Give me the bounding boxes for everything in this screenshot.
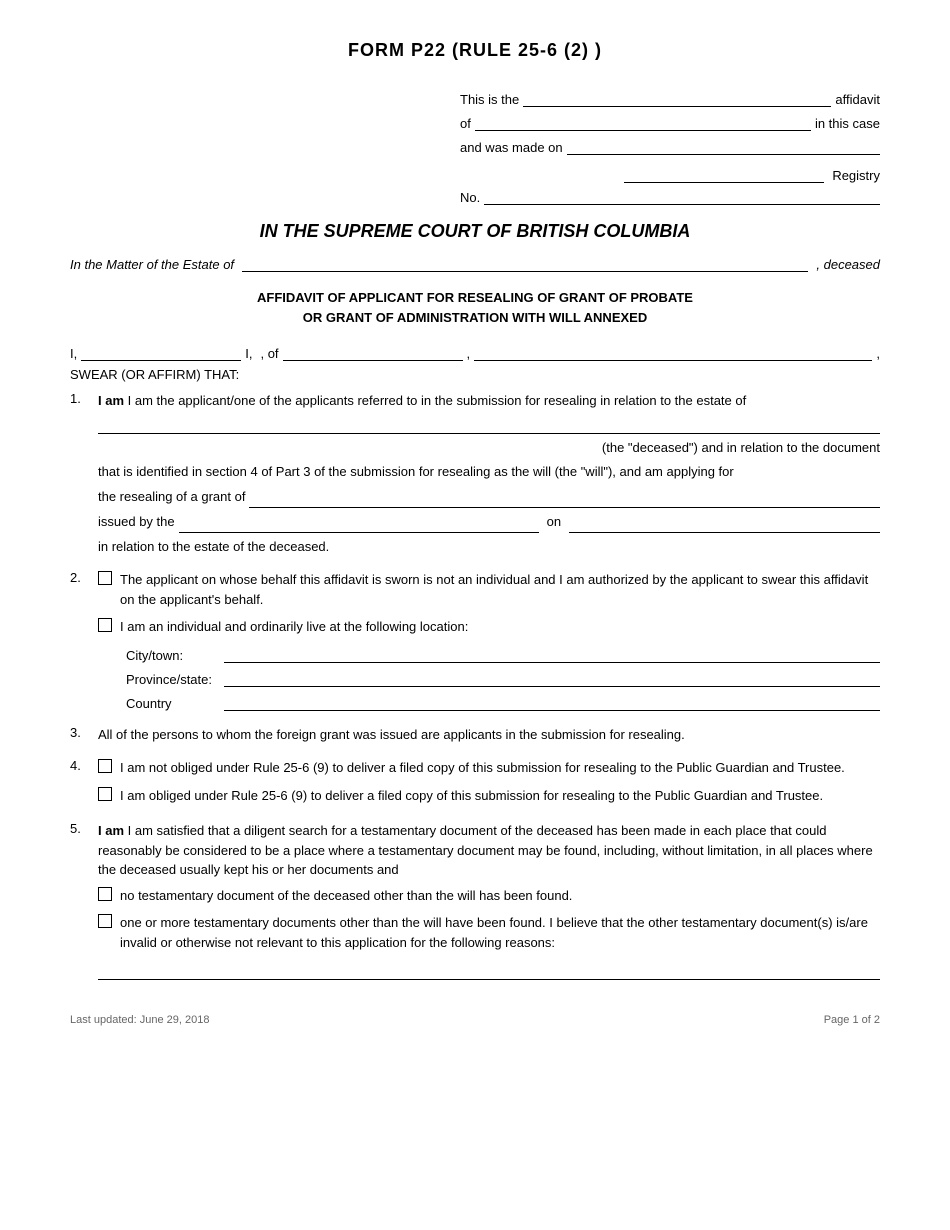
section-1-estate-field[interactable] xyxy=(98,416,880,434)
no-label: No. xyxy=(460,190,480,205)
of-text: , of xyxy=(260,346,278,361)
affidavit-number-field[interactable] xyxy=(523,89,831,107)
section-5: 5. I am I am satisfied that a diligent s… xyxy=(70,821,880,984)
checkbox-1-box[interactable] xyxy=(98,571,112,585)
section-2-checkbox-1[interactable]: The applicant on whose behalf this affid… xyxy=(98,570,880,609)
section-3-text: All of the persons to whom the foreign g… xyxy=(98,725,880,745)
section-2-number: 2. xyxy=(70,570,98,585)
section-4: 4. I am not obliged under Rule 25-6 (9) … xyxy=(70,758,880,813)
section-5-intro: I am I am satisfied that a diligent sear… xyxy=(98,821,880,880)
section-1-cont-text: that is identified in section 4 of Part … xyxy=(98,462,880,482)
city-row: City/town: xyxy=(126,645,880,663)
country-row: Country xyxy=(126,693,880,711)
of-field[interactable] xyxy=(475,113,811,131)
section-5-checkbox-2[interactable]: one or more testamentary documents other… xyxy=(98,913,880,952)
issued-by-row: issued by the on xyxy=(98,512,880,533)
checkbox-5-1-text: no testamentary document of the deceased… xyxy=(120,886,880,906)
affidavit-number-row: This is the affidavit xyxy=(460,89,880,107)
court-title: IN THE SUPREME COURT OF BRITISH COLUMBIA xyxy=(70,221,880,242)
matter-row: In the Matter of the Estate of , decease… xyxy=(70,254,880,272)
footer: Last updated: June 29, 2018 Page 1 of 2 xyxy=(70,1014,880,1026)
checkbox-1-text: The applicant on whose behalf this affid… xyxy=(120,570,880,609)
made-on-row: and was made on xyxy=(460,137,880,155)
section-1-in-relation: in relation to the estate of the decease… xyxy=(98,537,880,557)
checkbox-2-box[interactable] xyxy=(98,618,112,632)
section-1-number: 1. xyxy=(70,391,98,406)
city-label: City/town: xyxy=(126,648,216,663)
section-5-number: 5. xyxy=(70,821,98,836)
checkbox-2-text: I am an individual and ordinarily live a… xyxy=(120,617,880,637)
last-updated: Last updated: June 29, 2018 xyxy=(70,1014,209,1026)
registry-label: Registry xyxy=(832,168,880,183)
matter-suffix: , deceased xyxy=(816,257,880,272)
resealing-row: the resealing of a grant of xyxy=(98,487,880,508)
this-is-the-label: This is the xyxy=(460,92,519,107)
section-1-text: I am I am the applicant/one of the appli… xyxy=(98,391,880,411)
of-label-top: of xyxy=(460,116,471,131)
section-4-checkbox-1[interactable]: I am not obliged under Rule 25-6 (9) to … xyxy=(98,758,880,778)
of-case-row: of in this case xyxy=(460,113,880,131)
section-4-number: 4. xyxy=(70,758,98,773)
section-3: 3. All of the persons to whom the foreig… xyxy=(70,725,880,751)
country-label: Country xyxy=(126,696,216,711)
section-5-reasons-field-1[interactable] xyxy=(98,962,880,980)
section-2: 2. The applicant on whose behalf this af… xyxy=(70,570,880,717)
section-5-checkbox-1[interactable]: no testamentary document of the deceased… xyxy=(98,886,880,906)
affidavit-label: affidavit xyxy=(835,92,880,107)
registry-row: Registry xyxy=(460,165,880,183)
of-separator: I, xyxy=(245,346,252,361)
i-label: I, xyxy=(70,346,77,361)
no-row: No. xyxy=(460,187,880,205)
affidavit-title: AFFIDAVIT OF APPLICANT FOR RESEALING OF … xyxy=(70,288,880,327)
checkbox-5-2-text: one or more testamentary documents other… xyxy=(120,913,880,952)
in-this-case-label: in this case xyxy=(815,116,880,131)
checkbox-4-1-box[interactable] xyxy=(98,759,112,773)
swear-text: SWEAR (OR AFFIRM) THAT: xyxy=(70,365,880,385)
i-row: I, I, , of , , xyxy=(70,343,880,361)
matter-label: In the Matter of the Estate of xyxy=(70,257,234,272)
made-on-field[interactable] xyxy=(567,137,880,155)
checkbox-5-2-box[interactable] xyxy=(98,914,112,928)
section-4-checkbox-2[interactable]: I am obliged under Rule 25-6 (9) to deli… xyxy=(98,786,880,806)
checkbox-4-1-text: I am not obliged under Rule 25-6 (9) to … xyxy=(120,758,880,778)
section-1: 1. I am I am the applicant/one of the ap… xyxy=(70,391,880,563)
checkbox-5-1-box[interactable] xyxy=(98,887,112,901)
form-title: FORM P22 (RULE 25-6 (2) ) xyxy=(70,40,880,61)
province-label: Province/state: xyxy=(126,672,216,687)
checkbox-4-2-text: I am obliged under Rule 25-6 (9) to deli… xyxy=(120,786,880,806)
page-number: Page 1 of 2 xyxy=(824,1014,880,1026)
made-on-label: and was made on xyxy=(460,140,563,155)
section-2-checkbox-2[interactable]: I am an individual and ordinarily live a… xyxy=(98,617,880,637)
section-3-number: 3. xyxy=(70,725,98,740)
province-row: Province/state: xyxy=(126,669,880,687)
section-1-mid-text: (the "deceased") and in relation to the … xyxy=(98,438,880,458)
checkbox-4-2-box[interactable] xyxy=(98,787,112,801)
